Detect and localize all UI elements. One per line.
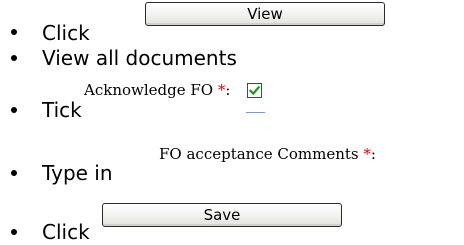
instruction-list: Click View View all documents Tick Ackno…	[0, 0, 464, 245]
step-text: Tick	[42, 98, 82, 122]
bullet-icon	[11, 170, 17, 176]
instruction-step-click-view: Click View	[0, 2, 464, 45]
view-button[interactable]: View	[145, 2, 385, 26]
save-button[interactable]: Save	[102, 203, 342, 227]
acknowledge-fo-label-text: Acknowledge FO	[84, 81, 214, 99]
instruction-step-click-save: Click Save	[0, 201, 464, 244]
instruction-step-view-documents: View all documents	[0, 45, 464, 75]
required-marker: *	[363, 145, 371, 163]
fo-acceptance-comments-label-text: FO acceptance Comments	[159, 145, 359, 163]
bullet-icon	[11, 229, 17, 235]
label-colon: :	[370, 145, 376, 163]
step-text: Click	[42, 21, 90, 45]
field-underline	[246, 112, 265, 113]
checkmark-icon	[249, 85, 260, 96]
bullet-icon	[11, 29, 17, 35]
instruction-step-tick-acknowledge: Tick Acknowledge FO *:	[0, 78, 464, 122]
step-text: Click	[42, 220, 90, 244]
step-text: Type in	[42, 161, 113, 185]
acknowledge-fo-label: Acknowledge FO *:	[84, 81, 230, 99]
instruction-step-type-comments: Type in FO acceptance Comments *:	[0, 140, 464, 185]
bullet-icon	[11, 55, 17, 61]
step-text: View all documents	[42, 46, 237, 70]
bullet-icon	[11, 107, 17, 113]
label-colon: :	[225, 81, 231, 99]
acknowledge-fo-checkbox[interactable]	[247, 83, 262, 98]
fo-acceptance-comments-label: FO acceptance Comments *:	[159, 145, 376, 163]
